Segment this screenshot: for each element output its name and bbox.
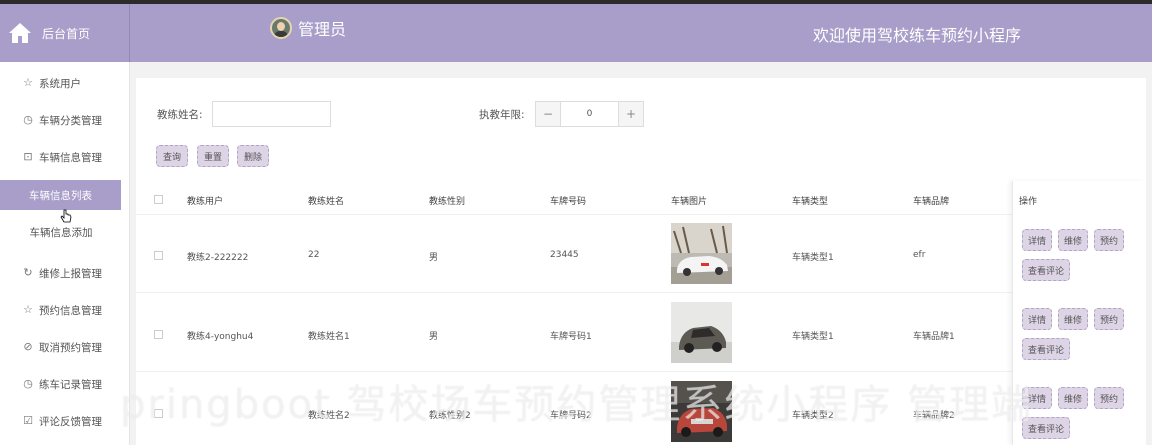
checkbox-icon: ☑ [23,414,33,427]
repair-button[interactable]: 维修 [1058,308,1089,330]
trash-icon: ⊡ [23,150,33,163]
cell-brand: efr [913,250,926,260]
col-header-brand: 车辆品牌 [913,197,950,207]
years-stepper[interactable]: − 0 + [535,101,644,127]
minus-button[interactable]: − [536,102,560,126]
years-value[interactable]: 0 [560,102,619,126]
home-label: 后台首页 [42,26,91,41]
query-button[interactable]: 查询 [156,145,189,167]
admin-name: 管理员 [298,20,347,39]
vehicle-image[interactable] [671,381,732,442]
cell-coach-name: 22 [308,250,320,260]
cell-plate: 23445 [550,250,579,260]
view-comments-button[interactable]: 查看评论 [1022,259,1071,281]
row-checkbox[interactable] [154,251,163,260]
welcome-title: 欢迎使用驾校练车预约小程序 [813,26,1022,45]
sidebar-item-label: 车辆信息列表 [29,189,92,202]
header: 后台首页 管理员 欢迎使用驾校练车预约小程序 [0,4,1152,62]
vehicle-image[interactable] [671,223,732,284]
cell-coach-user: 教练2-222222 [187,253,249,263]
view-comments-button[interactable]: 查看评论 [1022,338,1071,360]
home-link[interactable]: 后台首页 [0,4,130,62]
years-label: 执教年限: [479,109,525,121]
sidebar-item-label: 练车记录管理 [39,378,102,391]
repair-button[interactable]: 维修 [1058,229,1089,251]
sidebar-item-label: 评论反馈管理 [39,415,102,428]
reserve-button[interactable]: 预约 [1094,387,1125,409]
reserve-button[interactable]: 预约 [1094,308,1125,330]
check-circle-icon: ⊘ [23,340,33,353]
sidebar-item-system-users[interactable]: ☆ 系统用户 [0,68,130,98]
repair-button[interactable]: 维修 [1058,387,1089,409]
sidebar-item-label: 维修上报管理 [39,267,102,280]
detail-button[interactable]: 详情 [1022,229,1053,251]
plus-button[interactable]: + [619,102,643,126]
row-divider [136,214,1012,215]
cell-coach-name: 教练姓名1 [308,332,350,342]
sidebar-item-vehicle-info[interactable]: ⊡ 车辆信息管理 [0,142,130,172]
row-checkbox[interactable] [154,409,163,418]
reset-button[interactable]: 重置 [197,145,230,167]
avatar [270,17,292,39]
vehicle-image[interactable] [671,302,732,363]
col-header-type: 车辆类型 [792,197,829,207]
cell-type: 车辆类型1 [792,332,834,342]
delete-button[interactable]: 删除 [237,145,270,167]
detail-button[interactable]: 详情 [1022,387,1053,409]
row-checkbox[interactable] [154,330,163,339]
sidebar-item-label: 车辆信息管理 [39,151,102,164]
row-divider [136,371,1012,372]
sidebar-item-label: 系统用户 [39,77,81,90]
sidebar-item-label: 取消预约管理 [39,341,102,354]
cell-brand: 车辆品牌1 [913,332,955,342]
sidebar-item-cancel-reservation[interactable]: ⊘ 取消预约管理 [0,332,130,362]
clock-icon: ◷ [23,113,33,126]
col-header-image: 车辆图片 [671,197,708,207]
cell-type: 车辆类型2 [792,411,834,421]
cell-coach-gender: 男 [429,332,439,342]
cell-plate: 车牌号码1 [550,332,592,342]
sidebar-item-practice-record[interactable]: ◷ 练车记录管理 [0,369,130,399]
col-header-coach-user: 教练用户 [187,197,224,207]
col-header-coach-gender: 教练性别 [429,197,466,207]
cell-plate: 车牌号码2 [550,411,592,421]
sidebar-item-reservation[interactable]: ☆ 预约信息管理 [0,295,130,325]
col-header-plate: 车牌号码 [550,197,587,207]
mouse-cursor-icon [60,209,72,223]
sidebar-item-feedback[interactable]: ☑ 评论反馈管理 [0,406,130,436]
coach-name-label: 教练姓名: [157,109,203,121]
admin-profile[interactable]: 管理员 [270,16,346,40]
clock-icon: ◷ [23,377,33,390]
cell-brand: 车辆品牌2 [913,411,955,421]
detail-button[interactable]: 详情 [1022,308,1053,330]
select-all-checkbox[interactable] [154,195,163,204]
sidebar-item-vehicle-category[interactable]: ◷ 车辆分类管理 [0,105,130,135]
cell-coach-gender: 男 [429,253,439,263]
cell-coach-gender: 教练性别2 [429,411,471,421]
refresh-icon: ↻ [23,266,33,279]
sidebar-item-label: 车辆信息添加 [29,226,93,239]
sidebar-item-label: 预约信息管理 [39,304,102,317]
row-divider [136,292,1012,293]
star-icon: ☆ [23,303,33,316]
col-header-coach-name: 教练姓名 [308,197,345,207]
cell-coach-user: 教练4-yonghu4 [187,332,254,342]
sidebar-item-repair-report[interactable]: ↻ 维修上报管理 [0,258,130,288]
main-panel: 教练姓名: 执教年限: − 0 + 查询 重置 删除 教练用户 教练姓名 教练性… [136,78,1146,445]
view-comments-button[interactable]: 查看评论 [1022,417,1071,439]
cell-coach-name: 教练姓名2 [308,411,350,421]
home-icon [9,23,31,43]
coach-name-input[interactable] [212,101,331,127]
cell-type: 车辆类型1 [792,253,834,263]
sidebar-sub-vehicle-list[interactable]: 车辆信息列表 [0,180,121,210]
sidebar-item-label: 车辆分类管理 [39,114,102,127]
sidebar: ☆ 系统用户 ◷ 车辆分类管理 ⊡ 车辆信息管理 车辆信息列表 车辆信息添加 ↻… [0,62,130,445]
reserve-button[interactable]: 预约 [1094,229,1125,251]
star-icon: ☆ [23,76,33,89]
